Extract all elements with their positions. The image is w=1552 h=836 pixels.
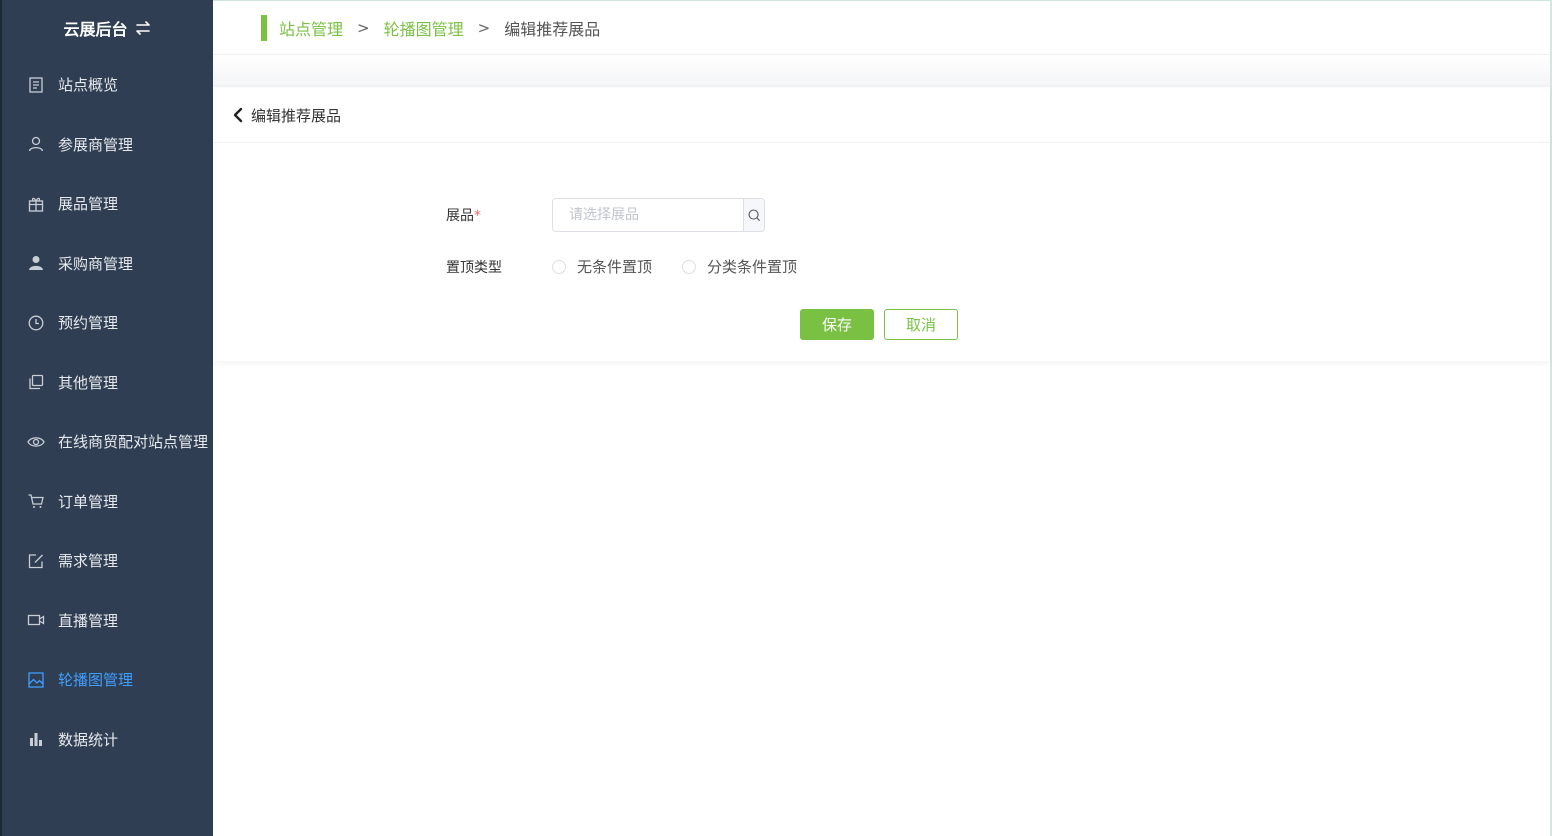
- sidebar-item-label: 在线商贸配对站点管理: [58, 433, 209, 452]
- sidebar-item-orders[interactable]: 订单管理: [2, 472, 213, 532]
- sidebar-item-carousel[interactable]: 轮播图管理: [2, 650, 213, 710]
- sidebar-item-site-overview[interactable]: 站点概览: [2, 55, 213, 115]
- sidebar-item-label: 站点概览: [58, 76, 119, 95]
- brand[interactable]: 云展后台: [2, 0, 213, 55]
- sidebar-item-label: 其他管理: [58, 373, 119, 392]
- card-title: 编辑推荐展品: [251, 106, 342, 125]
- gift-icon: [26, 194, 46, 214]
- breadcrumb-separator: >: [357, 18, 370, 37]
- sidebar-item-label: 参展商管理: [58, 135, 134, 154]
- video-icon: [26, 610, 46, 630]
- breadcrumb-site-management[interactable]: 站点管理: [279, 16, 343, 40]
- sidebar-item-label: 预约管理: [58, 314, 119, 333]
- brand-title: 云展后台: [63, 19, 128, 39]
- eye-icon: [26, 432, 46, 452]
- sidebar-item-requirements[interactable]: 需求管理: [2, 531, 213, 591]
- person-filled-icon: [26, 253, 46, 273]
- bar-chart-icon: [26, 729, 46, 749]
- breadcrumb: 站点管理 > 轮播图管理 > 编辑推荐展品: [213, 1, 1550, 55]
- sidebar-item-label: 展品管理: [58, 195, 119, 214]
- exhibit-row: 展品*: [446, 198, 765, 232]
- cart-icon: [26, 491, 46, 511]
- sidebar-item-live[interactable]: 直播管理: [2, 591, 213, 651]
- sidebar-item-label: 直播管理: [58, 611, 119, 630]
- breadcrumb-carousel-management[interactable]: 轮播图管理: [384, 16, 464, 40]
- picture-icon: [26, 670, 46, 690]
- breadcrumb-current: 编辑推荐展品: [504, 19, 601, 39]
- radio-category-top[interactable]: 分类条件置顶: [682, 256, 797, 277]
- sidebar-item-label: 轮播图管理: [58, 671, 134, 690]
- radio-unconditional-top[interactable]: 无条件置顶: [552, 256, 652, 277]
- card-header: 编辑推荐展品: [213, 88, 1550, 143]
- radio-label: 分类条件置顶: [707, 258, 798, 276]
- breadcrumb-separator: >: [477, 18, 491, 37]
- copy-icon: [26, 372, 46, 392]
- exhibit-search-box: [552, 198, 765, 232]
- edit-card: 编辑推荐展品 展品* 置顶类型 无条件置顶 分类条件置顶: [213, 88, 1550, 361]
- radio-circle[interactable]: [682, 259, 697, 274]
- exhibit-input[interactable]: [553, 199, 743, 231]
- sidebar: 云展后台 站点概览 参展商管理 展品管理 采购商管理 预约管理 其他管理 在线商…: [0, 0, 213, 836]
- user-icon: [26, 134, 46, 154]
- breadcrumb-accent-bar: [261, 14, 267, 41]
- chevron-left-icon[interactable]: [231, 107, 245, 123]
- sidebar-item-label: 订单管理: [58, 492, 119, 511]
- edit-icon: [26, 551, 46, 571]
- top-type-label: 置顶类型: [446, 259, 502, 276]
- search-icon: [747, 208, 762, 223]
- main-content: 站点管理 > 轮播图管理 > 编辑推荐展品 编辑推荐展品 展品* 请选择展品 置…: [213, 0, 1552, 836]
- swap-icon[interactable]: [134, 20, 152, 35]
- top-type-row: 置顶类型 无条件置顶 分类条件置顶: [446, 256, 827, 277]
- clock-icon: [26, 313, 46, 333]
- sidebar-item-exhibits[interactable]: 展品管理: [2, 174, 213, 234]
- save-button[interactable]: 保存: [800, 309, 874, 340]
- cancel-button[interactable]: 取消: [884, 309, 958, 340]
- sidebar-item-others[interactable]: 其他管理: [2, 353, 213, 413]
- content-gap: [213, 55, 1550, 87]
- sidebar-item-label: 采购商管理: [58, 254, 134, 273]
- document-icon: [26, 75, 46, 95]
- sidebar-item-label: 需求管理: [58, 552, 119, 571]
- sidebar-item-buyers[interactable]: 采购商管理: [2, 234, 213, 294]
- sidebar-item-trade-matching[interactable]: 在线商贸配对站点管理: [2, 412, 213, 472]
- sidebar-item-exhibitors[interactable]: 参展商管理: [2, 115, 213, 175]
- sidebar-item-appointments[interactable]: 预约管理: [2, 293, 213, 353]
- search-button[interactable]: [743, 199, 764, 231]
- sidebar-item-label: 数据统计: [58, 730, 119, 749]
- radio-circle[interactable]: [552, 259, 566, 274]
- sidebar-item-statistics[interactable]: 数据统计: [2, 710, 213, 770]
- required-mark: *: [474, 208, 481, 224]
- radio-label: 无条件置顶: [577, 258, 653, 276]
- exhibit-label: 展品*: [446, 208, 481, 224]
- sidebar-menu: 站点概览 参展商管理 展品管理 采购商管理 预约管理 其他管理 在线商贸配对站点…: [2, 55, 213, 769]
